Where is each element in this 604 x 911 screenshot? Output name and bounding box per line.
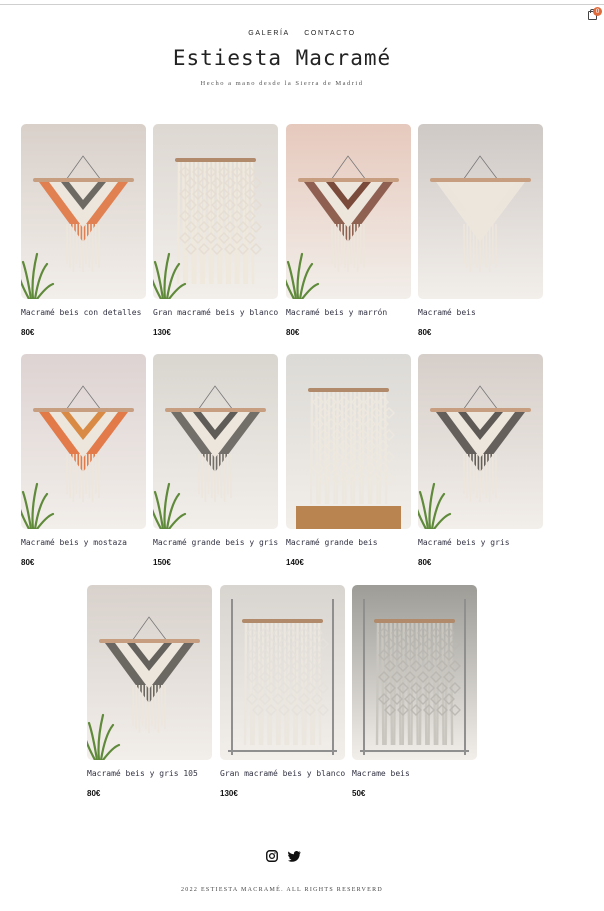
site-tagline: Hecho a mano desde la Sierra de Madrid xyxy=(200,80,364,87)
product-image[interactable] xyxy=(153,354,278,529)
product-price: 80€ xyxy=(286,328,300,337)
twitter-icon[interactable] xyxy=(288,849,302,867)
nav-link-contacto[interactable]: CONTACTO xyxy=(304,30,355,37)
product-image[interactable] xyxy=(153,124,278,299)
product-name[interactable]: Macramé grande beis xyxy=(286,538,426,547)
product-image[interactable] xyxy=(286,124,411,299)
nav-link-galeria[interactable]: GALERÍA xyxy=(248,30,290,37)
product-name[interactable]: Macrame beis xyxy=(352,769,492,778)
cart-button[interactable]: 0 xyxy=(586,7,602,22)
product-image[interactable] xyxy=(87,585,212,760)
product-name[interactable]: Macramé beis y gris 105 xyxy=(87,769,227,778)
product-image[interactable] xyxy=(418,354,543,529)
product-name[interactable]: Gran macramé beis y blanco xyxy=(220,769,360,778)
product-price: 80€ xyxy=(87,789,101,798)
product-name[interactable]: Gran macramé beis y blanco xyxy=(153,308,293,317)
product-name[interactable]: Macramé beis xyxy=(418,308,558,317)
product-price: 80€ xyxy=(418,558,432,567)
header-divider xyxy=(0,4,604,5)
product-image[interactable] xyxy=(21,354,146,529)
product-name[interactable]: Macramé beis y gris xyxy=(418,538,558,547)
product-price: 80€ xyxy=(418,328,432,337)
product-price: 50€ xyxy=(352,789,366,798)
product-image[interactable] xyxy=(352,585,477,760)
product-price: 80€ xyxy=(21,328,35,337)
product-image[interactable] xyxy=(21,124,146,299)
product-name[interactable]: Macramé beis con detalles xyxy=(21,308,161,317)
product-price: 150€ xyxy=(153,558,171,567)
product-name[interactable]: Macramé beis y marrón xyxy=(286,308,426,317)
product-image[interactable] xyxy=(418,124,543,299)
main-nav: GALERÍA CONTACTO xyxy=(0,22,604,40)
social-links xyxy=(266,849,307,867)
product-price: 80€ xyxy=(21,558,35,567)
product-name[interactable]: Macramé beis y mostaza xyxy=(21,538,161,547)
instagram-icon[interactable] xyxy=(266,849,278,867)
product-price: 130€ xyxy=(220,789,238,798)
product-price: 130€ xyxy=(153,328,171,337)
product-name[interactable]: Macramé grande beis y gris xyxy=(153,538,293,547)
footer-copyright: 2022 ESTIESTA MACRAMÉ. ALL RIGHTS RESERV… xyxy=(180,887,384,893)
cart-count-badge: 0 xyxy=(593,7,602,16)
site-title[interactable]: Estiesta Macramé xyxy=(0,46,564,70)
product-price: 140€ xyxy=(286,558,304,567)
product-image[interactable] xyxy=(286,354,411,529)
product-image[interactable] xyxy=(220,585,345,760)
